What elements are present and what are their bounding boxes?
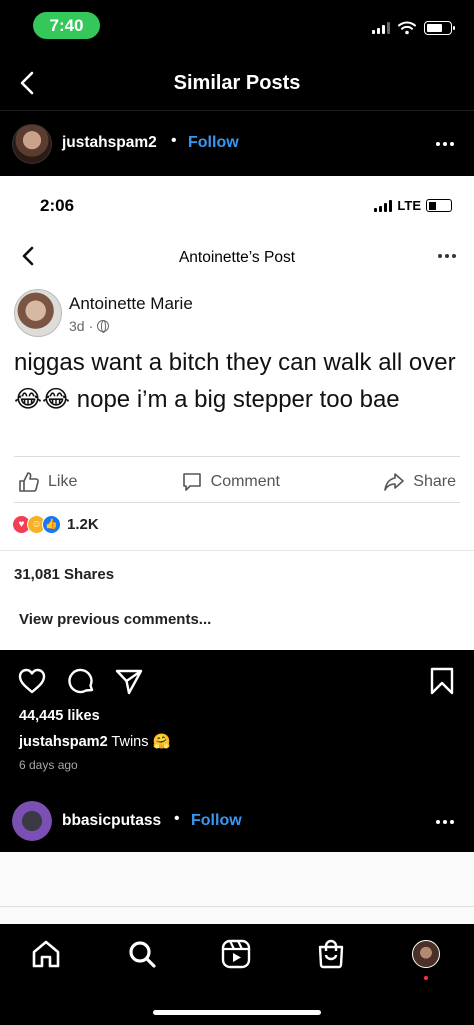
- embedded-author-avatar: [14, 289, 62, 337]
- notification-dot: [424, 976, 428, 980]
- separator: •: [171, 132, 177, 149]
- embedded-meta-sep: ·: [88, 318, 94, 334]
- next-post-image[interactable]: [0, 852, 474, 926]
- thumbs-up-icon: [19, 472, 39, 492]
- post-image[interactable]: 2:06 LTE Antoinette’s Post Antoinette Ma…: [0, 176, 474, 650]
- top-header: Similar Posts: [0, 56, 474, 111]
- embedded-like: Like: [18, 471, 77, 493]
- embedded-author-name: Antoinette Marie: [69, 294, 193, 313]
- avatar[interactable]: [12, 124, 52, 164]
- caption-username[interactable]: justahspam2: [19, 734, 108, 750]
- post-header: justahspam2 • Follow: [0, 112, 474, 176]
- shop-icon[interactable]: [315, 938, 347, 970]
- divider: [14, 456, 460, 457]
- embedded-time: 2:06: [40, 196, 75, 215]
- avatar[interactable]: [12, 801, 52, 841]
- embedded-prev-comments: View previous comments...: [19, 611, 212, 628]
- embedded-nav-title: Antoinette’s Post: [178, 249, 296, 266]
- divider: [14, 502, 460, 503]
- more-icon[interactable]: [436, 140, 458, 148]
- embedded-share: Share: [383, 471, 456, 493]
- reactions: ♥ ☺ 👍 1.2K: [12, 515, 99, 534]
- reaction-count: 1.2K: [67, 516, 99, 533]
- bookmark-icon[interactable]: [427, 666, 457, 696]
- status-time: 7:40: [33, 12, 100, 39]
- post-action-bar: [0, 650, 474, 708]
- embedded-meta: 3d ·: [69, 318, 110, 334]
- embedded-actions: Like Comment Share: [14, 462, 460, 502]
- heart-icon[interactable]: [17, 666, 47, 696]
- embedded-share-label: Share: [413, 473, 456, 490]
- likes-count[interactable]: 44,445 likes: [19, 708, 100, 724]
- embedded-more-icon: [438, 254, 456, 258]
- post-caption: justahspam2 Twins 🤗: [19, 733, 171, 750]
- embedded-status: LTE: [374, 198, 452, 213]
- share-arrow-icon: [384, 473, 405, 491]
- follow-button[interactable]: Follow: [188, 134, 239, 152]
- send-icon[interactable]: [114, 666, 144, 696]
- more-icon[interactable]: [436, 818, 458, 826]
- page-title: Similar Posts: [173, 72, 301, 94]
- home-indicator[interactable]: [153, 1010, 321, 1015]
- embedded-signal-icon: [374, 199, 393, 212]
- comment-bubble-icon: [182, 473, 201, 491]
- post-timestamp: 6 days ago: [19, 758, 78, 772]
- embedded-nav: Antoinette’s Post: [0, 242, 474, 272]
- embedded-comment-label: Comment: [210, 473, 280, 490]
- embedded-age: 3d: [69, 318, 85, 334]
- post-username[interactable]: justahspam2: [62, 134, 157, 152]
- divider: [0, 550, 474, 551]
- search-icon[interactable]: [126, 938, 158, 970]
- wifi-icon: [398, 21, 416, 35]
- embedded-comment: Comment: [181, 471, 280, 493]
- status-icons: [372, 21, 455, 35]
- embedded-post-text: niggas want a bitch they can walk all ov…: [14, 349, 456, 413]
- next-follow-button[interactable]: Follow: [191, 812, 242, 830]
- profile-avatar[interactable]: [412, 940, 440, 968]
- comment-icon[interactable]: [66, 666, 96, 696]
- battery-icon: [424, 21, 455, 35]
- globe-icon: [97, 320, 110, 333]
- reels-icon[interactable]: [220, 938, 252, 970]
- next-post-username[interactable]: bbasicputass: [62, 812, 161, 830]
- embedded-battery-icon: [426, 199, 452, 212]
- embedded-network: LTE: [397, 198, 421, 213]
- bottom-nav: [0, 924, 474, 1025]
- embedded-like-label: Like: [48, 473, 78, 490]
- status-bar: 7:40: [0, 0, 474, 56]
- next-post-header: bbasicputass • Follow: [0, 790, 474, 852]
- home-icon[interactable]: [30, 938, 62, 970]
- separator: •: [174, 810, 180, 827]
- caption-text: Twins 🤗: [107, 734, 171, 750]
- like-reaction-icon: 👍: [42, 515, 61, 534]
- signal-icon: [372, 22, 390, 34]
- embedded-shares: 31,081 Shares: [14, 566, 115, 583]
